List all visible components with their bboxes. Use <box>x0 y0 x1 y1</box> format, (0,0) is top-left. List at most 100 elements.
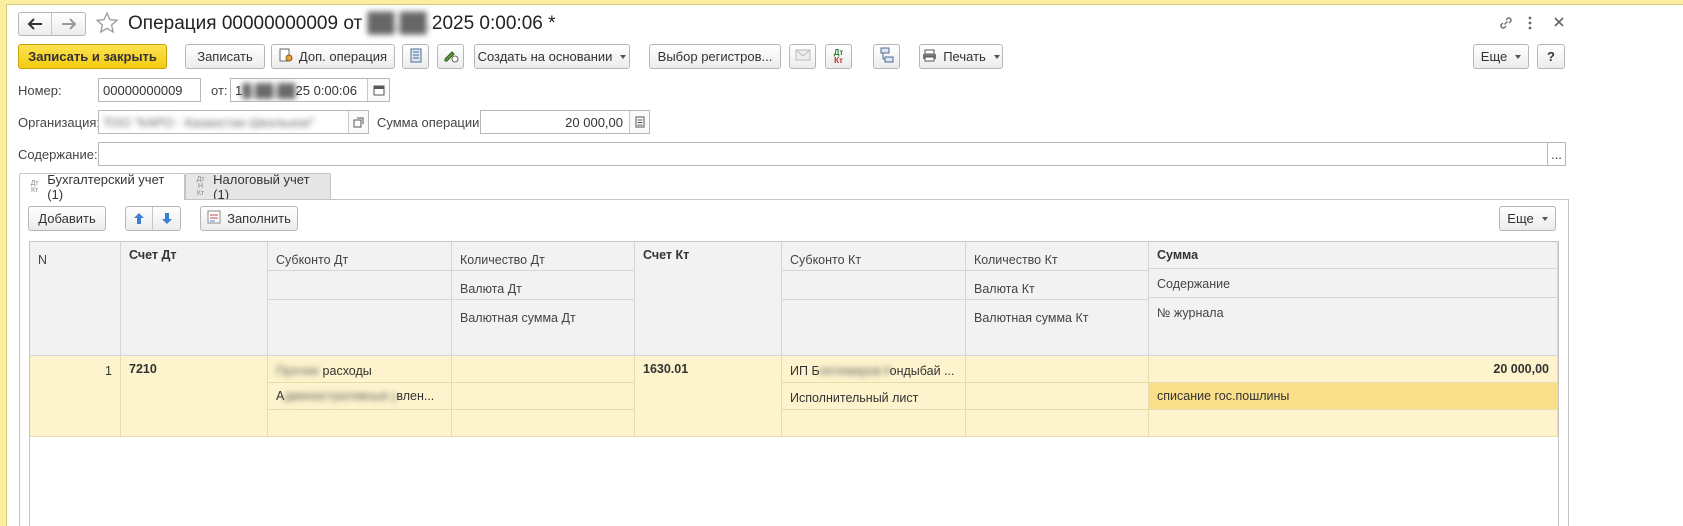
header-subconto-dt-2 <box>268 271 452 300</box>
row-1-currency-dt[interactable] <box>452 383 635 410</box>
calendar-icon[interactable] <box>367 79 389 101</box>
row-1-subconto-dt-3[interactable] <box>268 410 452 437</box>
help-button[interactable]: ? <box>1537 44 1565 69</box>
subconto-start: ИП Б <box>790 364 820 378</box>
header-subconto-dt-3 <box>268 300 452 356</box>
calculator-icon[interactable] <box>629 111 649 133</box>
header-subconto-kt[interactable]: Субконто Кт <box>782 242 966 271</box>
arrow-up-icon[interactable] <box>126 207 154 230</box>
header-quantity-kt[interactable]: Количество Кт <box>966 242 1149 271</box>
header-journal[interactable]: № журнала <box>1149 298 1558 356</box>
arrow-down-icon[interactable] <box>153 207 180 230</box>
create-basis-label: Создать на основании <box>477 49 613 64</box>
title-text: Операция 00000000009 от <box>128 13 363 34</box>
pen-clock-icon <box>443 47 459 66</box>
dt-kt-button[interactable]: Дт Кт <box>825 44 852 69</box>
subconto-start: А <box>276 389 285 403</box>
subconto-text: расходы <box>322 364 372 378</box>
tab-icon-top: Дт <box>30 180 39 187</box>
row-1-journal[interactable] <box>1149 410 1558 437</box>
row-1-subconto-kt-3[interactable] <box>782 410 966 437</box>
row-1-currency-sum-kt[interactable] <box>966 410 1149 437</box>
content-input[interactable] <box>98 142 1548 166</box>
row-1-account-kt[interactable]: 1630.01 <box>635 356 782 437</box>
table-more-button[interactable]: Еще <box>1499 206 1556 231</box>
dt-kt-tax-icon: Дт Н Кт <box>194 176 207 197</box>
registers-label: Выбор регистров... <box>657 49 773 64</box>
ledger-button[interactable] <box>402 44 429 69</box>
print-button[interactable]: Печать <box>919 44 1003 69</box>
row-1-quantity-kt[interactable] <box>966 356 1149 383</box>
add-row-button[interactable]: Добавить <box>28 206 106 231</box>
tab-accounting[interactable]: Дт Кт Бухгалтерский учет (1) <box>19 172 185 202</box>
header-currency-sum-kt[interactable]: Валютная сумма Кт <box>966 300 1149 356</box>
row-1-sum[interactable]: 20 000,00 <box>1149 356 1558 383</box>
more-vertical-icon[interactable] <box>1527 15 1537 33</box>
header-sum[interactable]: Сумма <box>1149 242 1558 269</box>
row-1-subconto-kt-2[interactable]: Исполнительный лист <box>782 383 966 410</box>
number-label: Номер: <box>18 83 62 98</box>
date-input[interactable]: 1 █.██.██ 25 0:00:06 <box>230 78 390 102</box>
fill-label: Заполнить <box>227 211 291 226</box>
open-icon[interactable] <box>348 111 368 133</box>
create-basis-button[interactable]: Создать на основании <box>474 44 630 69</box>
header-account-kt[interactable]: Счет Кт <box>635 242 782 356</box>
org-input[interactable]: ТОО "КАРО - Казахстан Школьное" <box>98 110 369 134</box>
header-n[interactable]: N <box>30 242 121 356</box>
tab-icon-bottom: Кт <box>30 187 39 194</box>
tab-icon-top: Дт Н <box>196 176 205 190</box>
help-label: ? <box>1547 49 1555 64</box>
row-1-currency-kt[interactable] <box>966 383 1149 410</box>
date-prefix: 1 <box>235 82 243 98</box>
row-1-content[interactable]: списание гос.пошлины <box>1149 383 1558 410</box>
row-1-account-dt[interactable]: 7210 <box>121 356 268 437</box>
subconto-hidden: дминистративные расходы упра <box>284 389 396 403</box>
row-1-quantity-dt[interactable] <box>452 356 635 383</box>
save-label: Записать <box>197 49 253 64</box>
close-icon[interactable] <box>1552 15 1568 31</box>
header-currency-kt[interactable]: Валюта Кт <box>966 271 1149 300</box>
extra-operation-button[interactable]: Доп. операция <box>271 44 395 69</box>
row-1-subconto-dt-1[interactable]: Прочие расходы <box>268 356 452 383</box>
structure-button[interactable] <box>873 44 900 69</box>
header-quantity-dt[interactable]: Количество Дт <box>452 242 635 271</box>
row-1-n[interactable]: 1 <box>30 356 121 437</box>
link-icon[interactable] <box>1498 15 1516 33</box>
date-from-label: от: <box>211 83 228 98</box>
favorite-star-icon[interactable] <box>95 11 121 37</box>
save-button[interactable]: Записать <box>185 44 265 69</box>
tab-tax-label: Налоговый учет (1) <box>213 171 310 202</box>
forward-arrow-icon[interactable] <box>52 13 85 35</box>
envelope-icon <box>795 49 811 64</box>
header-subconto-kt-2 <box>782 271 966 300</box>
row-1-subconto-dt-2[interactable]: Административные расходы управлен... <box>268 383 452 410</box>
registers-button[interactable]: Выбор регистров... <box>649 44 781 69</box>
number-input[interactable]: 00000000009 <box>98 78 201 102</box>
subconto-end: влен... <box>396 389 435 403</box>
header-subconto-dt[interactable]: Субконто Дт <box>268 242 452 271</box>
subconto-hidden: ектемиров Канат К <box>819 364 890 378</box>
header-account-dt[interactable]: Счет Дт <box>121 242 268 356</box>
save-close-label: Записать и закрыть <box>28 49 157 64</box>
chevron-down-icon <box>1541 216 1548 221</box>
disabled-button[interactable] <box>789 44 816 69</box>
fill-button[interactable]: Заполнить <box>200 206 298 231</box>
back-arrow-icon[interactable] <box>19 13 53 35</box>
subconto-end: ондыбай ... <box>889 364 955 378</box>
content-select-button[interactable]: ... <box>1547 142 1566 166</box>
title-date-rest: 2025 0:00:06 * <box>431 13 556 34</box>
tab-tax[interactable]: Дт Н Кт Налоговый учет (1) <box>185 171 331 202</box>
date-suffix: 25 0:00:06 <box>295 82 357 98</box>
save-close-button[interactable]: Записать и закрыть <box>18 44 167 69</box>
more-button[interactable]: Еще <box>1473 44 1529 69</box>
chevron-down-icon <box>620 54 627 59</box>
number-value: 00000000009 <box>103 82 183 98</box>
header-currency-dt[interactable]: Валюта Дт <box>452 271 635 300</box>
row-1-currency-sum-dt[interactable] <box>452 410 635 437</box>
row-1-subconto-kt-1[interactable]: ИП Бектемиров Канат Кондыбай ... <box>782 356 966 383</box>
header-content[interactable]: Содержание <box>1149 269 1558 298</box>
edit-post-button[interactable] <box>437 44 464 69</box>
header-currency-sum-dt[interactable]: Валютная сумма Дт <box>452 300 635 356</box>
extra-operation-label: Доп. операция <box>298 49 388 64</box>
sum-input[interactable]: 20 000,00 <box>480 110 650 134</box>
